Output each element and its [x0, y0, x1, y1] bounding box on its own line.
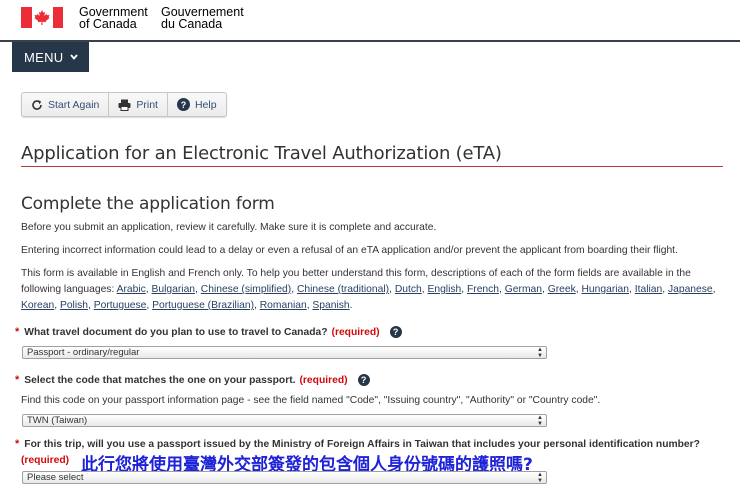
required-asterisk: * — [15, 374, 20, 386]
language-link-korean[interactable]: Korean — [21, 300, 54, 311]
taiwan-passport-value: Please select — [27, 472, 84, 483]
select-arrows-icon: ▲ ▼ — [537, 415, 543, 427]
language-link-italian[interactable]: Italian — [635, 284, 662, 295]
help-question-icon[interactable]: ? — [389, 326, 402, 338]
language-link-greek[interactable]: Greek — [548, 284, 576, 295]
signature-en-line2: of Canada — [79, 17, 137, 31]
travel-document-question: * What travel document do you plan to us… — [15, 326, 402, 338]
language-link-chinese-traditional[interactable]: Chinese (traditional) — [297, 284, 389, 295]
canada-flag-logo[interactable] — [21, 7, 63, 28]
flag-right-bar — [52, 7, 63, 28]
taiwan-passport-label: For this trip, will you use a passport i… — [24, 438, 700, 450]
instruction-review: Before you submit an application, review… — [21, 222, 437, 233]
title-underline — [21, 166, 723, 167]
start-again-button[interactable]: Start Again — [22, 93, 110, 116]
language-link-portuguese[interactable]: Portuguese — [94, 300, 147, 311]
section-title: Complete the application form — [21, 194, 275, 214]
language-link-japanese[interactable]: Japanese — [668, 284, 713, 295]
language-link-arabic[interactable]: Arabic — [117, 284, 146, 295]
question-circle-icon: ? — [176, 98, 190, 111]
required-asterisk: * — [15, 438, 20, 450]
help-label: Help — [194, 98, 217, 111]
language-text-line1: This form is available in English and Fr… — [21, 268, 691, 279]
required-tag: (required) — [21, 455, 70, 466]
language-link-polish[interactable]: Polish — [60, 300, 88, 311]
help-question-icon[interactable]: ? — [357, 374, 370, 386]
required-asterisk: * — [15, 326, 20, 338]
chevron-down-icon — [70, 54, 79, 60]
menu-label: MENU — [24, 49, 64, 65]
language-links: following languages: Arabic, Bulgarian, … — [21, 284, 716, 295]
select-arrows-icon: ▲ ▼ — [537, 472, 543, 484]
help-button[interactable]: ? Help — [168, 93, 226, 116]
print-button[interactable]: Print — [109, 93, 168, 116]
passport-code-select[interactable]: TWN (Taiwan) ▲ ▼ — [22, 414, 547, 427]
taiwan-passport-select[interactable]: Please select ▲ ▼ — [22, 471, 547, 484]
language-availability-text: This form is available in English and Fr… — [21, 266, 721, 314]
language-link-english[interactable]: English — [427, 284, 461, 295]
required-tag: (required) — [299, 374, 348, 386]
signature-fr-line2: du Canada — [161, 17, 223, 31]
language-links-line3: Korean, Polish, Portuguese, Portuguese (… — [21, 300, 353, 311]
refresh-icon — [32, 99, 42, 110]
action-toolbar: Start Again Print ? Help — [21, 92, 227, 117]
passport-code-value: TWN (Taiwan) — [27, 415, 88, 426]
instruction-warning: Entering incorrect information could lea… — [21, 245, 678, 256]
language-link-french[interactable]: French — [467, 284, 499, 295]
menu-button[interactable]: MENU — [12, 42, 89, 72]
language-link-hungarian[interactable]: Hungarian — [582, 284, 630, 295]
language-link-bulgarian[interactable]: Bulgarian — [152, 284, 196, 295]
travel-document-label: What travel document do you plan to use … — [24, 326, 328, 338]
header-divider — [0, 40, 740, 42]
language-link-romanian[interactable]: Romanian — [260, 300, 307, 311]
taiwan-passport-question: * For this trip, will you use a passport… — [15, 438, 700, 450]
select-arrows-icon: ▲ ▼ — [537, 347, 543, 359]
maple-leaf-icon — [34, 10, 50, 25]
passport-code-question: * Select the code that matches the one o… — [15, 374, 370, 386]
language-link-dutch[interactable]: Dutch — [395, 284, 422, 295]
start-again-label: Start Again — [48, 98, 100, 111]
page-title: Application for an Electronic Travel Aut… — [21, 143, 502, 164]
signature-french: Gouvernement du Canada — [161, 6, 244, 31]
travel-document-value: Passport - ordinary/regular — [27, 347, 140, 358]
flag-left-bar — [21, 7, 32, 28]
print-label: Print — [136, 98, 158, 111]
government-header: Government of Canada Gouvernement du Can… — [0, 0, 740, 40]
language-link-chinese-simplified[interactable]: Chinese (simplified) — [201, 284, 291, 295]
printer-icon — [118, 99, 131, 111]
required-tag: (required) — [331, 326, 380, 338]
signature-english: Government of Canada — [79, 6, 148, 31]
language-lead: following languages: — [21, 284, 115, 295]
language-link-portuguese-brazilian[interactable]: Portuguese (Brazilian) — [152, 300, 254, 311]
passport-code-label: Select the code that matches the one on … — [24, 374, 296, 386]
language-link-spanish[interactable]: Spanish — [312, 300, 349, 311]
passport-code-hint: Find this code on your passport informat… — [21, 395, 601, 406]
travel-document-select[interactable]: Passport - ordinary/regular ▲ ▼ — [22, 346, 547, 359]
language-link-german[interactable]: German — [505, 284, 542, 295]
